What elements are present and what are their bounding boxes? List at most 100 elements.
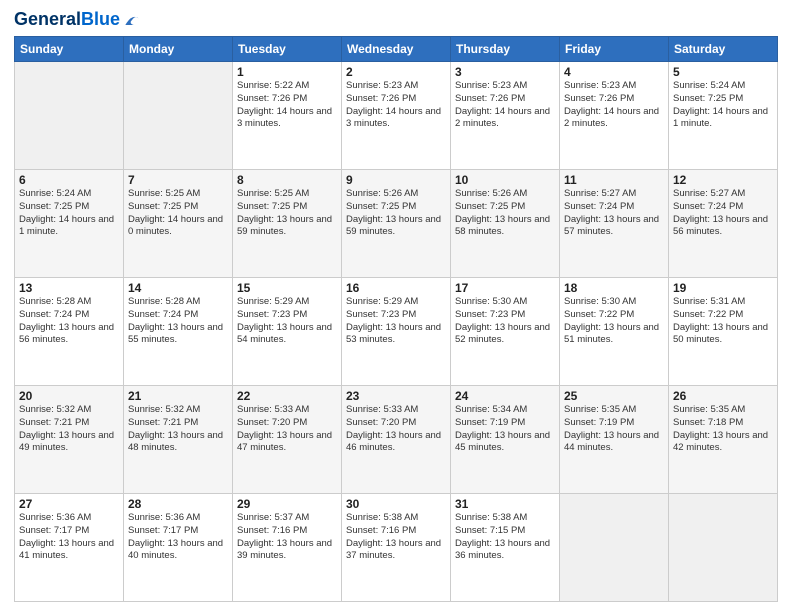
day-number: 8	[237, 173, 337, 187]
week-row-3: 13Sunrise: 5:28 AM Sunset: 7:24 PM Dayli…	[15, 278, 778, 386]
weekday-header-monday: Monday	[124, 37, 233, 62]
day-number: 25	[564, 389, 664, 403]
weekday-header-thursday: Thursday	[451, 37, 560, 62]
logo-text: GeneralBlue	[14, 10, 120, 30]
calendar-cell: 18Sunrise: 5:30 AM Sunset: 7:22 PM Dayli…	[560, 278, 669, 386]
day-info: Sunrise: 5:27 AM Sunset: 7:24 PM Dayligh…	[673, 188, 773, 239]
day-number: 19	[673, 281, 773, 295]
header: GeneralBlue	[14, 10, 778, 30]
calendar-cell: 8Sunrise: 5:25 AM Sunset: 7:25 PM Daylig…	[233, 170, 342, 278]
day-info: Sunrise: 5:30 AM Sunset: 7:22 PM Dayligh…	[564, 296, 664, 347]
calendar-cell: 22Sunrise: 5:33 AM Sunset: 7:20 PM Dayli…	[233, 386, 342, 494]
day-info: Sunrise: 5:25 AM Sunset: 7:25 PM Dayligh…	[237, 188, 337, 239]
day-info: Sunrise: 5:25 AM Sunset: 7:25 PM Dayligh…	[128, 188, 228, 239]
calendar-cell	[15, 62, 124, 170]
calendar-cell	[560, 494, 669, 602]
calendar-cell	[669, 494, 778, 602]
day-info: Sunrise: 5:24 AM Sunset: 7:25 PM Dayligh…	[673, 80, 773, 131]
calendar-cell: 5Sunrise: 5:24 AM Sunset: 7:25 PM Daylig…	[669, 62, 778, 170]
day-number: 14	[128, 281, 228, 295]
day-info: Sunrise: 5:38 AM Sunset: 7:15 PM Dayligh…	[455, 512, 555, 563]
logo-icon	[122, 10, 142, 30]
day-number: 11	[564, 173, 664, 187]
weekday-header-friday: Friday	[560, 37, 669, 62]
day-info: Sunrise: 5:26 AM Sunset: 7:25 PM Dayligh…	[346, 188, 446, 239]
calendar-cell: 4Sunrise: 5:23 AM Sunset: 7:26 PM Daylig…	[560, 62, 669, 170]
calendar-cell: 15Sunrise: 5:29 AM Sunset: 7:23 PM Dayli…	[233, 278, 342, 386]
day-info: Sunrise: 5:33 AM Sunset: 7:20 PM Dayligh…	[237, 404, 337, 455]
weekday-header-saturday: Saturday	[669, 37, 778, 62]
day-number: 12	[673, 173, 773, 187]
week-row-4: 20Sunrise: 5:32 AM Sunset: 7:21 PM Dayli…	[15, 386, 778, 494]
day-info: Sunrise: 5:23 AM Sunset: 7:26 PM Dayligh…	[455, 80, 555, 131]
day-info: Sunrise: 5:28 AM Sunset: 7:24 PM Dayligh…	[19, 296, 119, 347]
calendar-cell: 2Sunrise: 5:23 AM Sunset: 7:26 PM Daylig…	[342, 62, 451, 170]
day-info: Sunrise: 5:29 AM Sunset: 7:23 PM Dayligh…	[346, 296, 446, 347]
calendar-cell: 29Sunrise: 5:37 AM Sunset: 7:16 PM Dayli…	[233, 494, 342, 602]
calendar-cell: 28Sunrise: 5:36 AM Sunset: 7:17 PM Dayli…	[124, 494, 233, 602]
day-info: Sunrise: 5:31 AM Sunset: 7:22 PM Dayligh…	[673, 296, 773, 347]
calendar-cell: 3Sunrise: 5:23 AM Sunset: 7:26 PM Daylig…	[451, 62, 560, 170]
calendar-cell: 20Sunrise: 5:32 AM Sunset: 7:21 PM Dayli…	[15, 386, 124, 494]
logo: GeneralBlue	[14, 10, 142, 30]
day-info: Sunrise: 5:37 AM Sunset: 7:16 PM Dayligh…	[237, 512, 337, 563]
day-number: 17	[455, 281, 555, 295]
day-number: 6	[19, 173, 119, 187]
calendar-cell: 10Sunrise: 5:26 AM Sunset: 7:25 PM Dayli…	[451, 170, 560, 278]
page: GeneralBlue SundayMondayTuesdayWednesday…	[0, 0, 792, 612]
day-info: Sunrise: 5:32 AM Sunset: 7:21 PM Dayligh…	[128, 404, 228, 455]
day-number: 28	[128, 497, 228, 511]
day-info: Sunrise: 5:35 AM Sunset: 7:18 PM Dayligh…	[673, 404, 773, 455]
week-row-2: 6Sunrise: 5:24 AM Sunset: 7:25 PM Daylig…	[15, 170, 778, 278]
day-number: 9	[346, 173, 446, 187]
calendar-cell: 21Sunrise: 5:32 AM Sunset: 7:21 PM Dayli…	[124, 386, 233, 494]
day-number: 16	[346, 281, 446, 295]
day-info: Sunrise: 5:32 AM Sunset: 7:21 PM Dayligh…	[19, 404, 119, 455]
day-info: Sunrise: 5:38 AM Sunset: 7:16 PM Dayligh…	[346, 512, 446, 563]
day-number: 21	[128, 389, 228, 403]
day-info: Sunrise: 5:28 AM Sunset: 7:24 PM Dayligh…	[128, 296, 228, 347]
weekday-header-wednesday: Wednesday	[342, 37, 451, 62]
day-info: Sunrise: 5:35 AM Sunset: 7:19 PM Dayligh…	[564, 404, 664, 455]
calendar-cell: 14Sunrise: 5:28 AM Sunset: 7:24 PM Dayli…	[124, 278, 233, 386]
day-number: 22	[237, 389, 337, 403]
day-info: Sunrise: 5:27 AM Sunset: 7:24 PM Dayligh…	[564, 188, 664, 239]
day-number: 5	[673, 65, 773, 79]
day-info: Sunrise: 5:23 AM Sunset: 7:26 PM Dayligh…	[564, 80, 664, 131]
week-row-1: 1Sunrise: 5:22 AM Sunset: 7:26 PM Daylig…	[15, 62, 778, 170]
calendar-cell: 19Sunrise: 5:31 AM Sunset: 7:22 PM Dayli…	[669, 278, 778, 386]
calendar-cell	[124, 62, 233, 170]
calendar-cell: 25Sunrise: 5:35 AM Sunset: 7:19 PM Dayli…	[560, 386, 669, 494]
day-info: Sunrise: 5:23 AM Sunset: 7:26 PM Dayligh…	[346, 80, 446, 131]
day-number: 1	[237, 65, 337, 79]
day-info: Sunrise: 5:26 AM Sunset: 7:25 PM Dayligh…	[455, 188, 555, 239]
calendar-cell: 31Sunrise: 5:38 AM Sunset: 7:15 PM Dayli…	[451, 494, 560, 602]
day-number: 23	[346, 389, 446, 403]
day-number: 26	[673, 389, 773, 403]
day-number: 29	[237, 497, 337, 511]
day-info: Sunrise: 5:34 AM Sunset: 7:19 PM Dayligh…	[455, 404, 555, 455]
weekday-header-row: SundayMondayTuesdayWednesdayThursdayFrid…	[15, 37, 778, 62]
calendar-cell: 27Sunrise: 5:36 AM Sunset: 7:17 PM Dayli…	[15, 494, 124, 602]
calendar-cell: 7Sunrise: 5:25 AM Sunset: 7:25 PM Daylig…	[124, 170, 233, 278]
calendar-cell: 23Sunrise: 5:33 AM Sunset: 7:20 PM Dayli…	[342, 386, 451, 494]
day-number: 18	[564, 281, 664, 295]
day-number: 24	[455, 389, 555, 403]
calendar-cell: 1Sunrise: 5:22 AM Sunset: 7:26 PM Daylig…	[233, 62, 342, 170]
calendar-cell: 30Sunrise: 5:38 AM Sunset: 7:16 PM Dayli…	[342, 494, 451, 602]
day-number: 20	[19, 389, 119, 403]
day-info: Sunrise: 5:29 AM Sunset: 7:23 PM Dayligh…	[237, 296, 337, 347]
day-number: 31	[455, 497, 555, 511]
day-number: 15	[237, 281, 337, 295]
calendar-cell: 26Sunrise: 5:35 AM Sunset: 7:18 PM Dayli…	[669, 386, 778, 494]
day-number: 4	[564, 65, 664, 79]
calendar-cell: 13Sunrise: 5:28 AM Sunset: 7:24 PM Dayli…	[15, 278, 124, 386]
calendar-cell: 16Sunrise: 5:29 AM Sunset: 7:23 PM Dayli…	[342, 278, 451, 386]
day-info: Sunrise: 5:22 AM Sunset: 7:26 PM Dayligh…	[237, 80, 337, 131]
calendar-cell: 6Sunrise: 5:24 AM Sunset: 7:25 PM Daylig…	[15, 170, 124, 278]
day-number: 7	[128, 173, 228, 187]
calendar-cell: 9Sunrise: 5:26 AM Sunset: 7:25 PM Daylig…	[342, 170, 451, 278]
day-number: 2	[346, 65, 446, 79]
calendar-cell: 24Sunrise: 5:34 AM Sunset: 7:19 PM Dayli…	[451, 386, 560, 494]
calendar-cell: 12Sunrise: 5:27 AM Sunset: 7:24 PM Dayli…	[669, 170, 778, 278]
